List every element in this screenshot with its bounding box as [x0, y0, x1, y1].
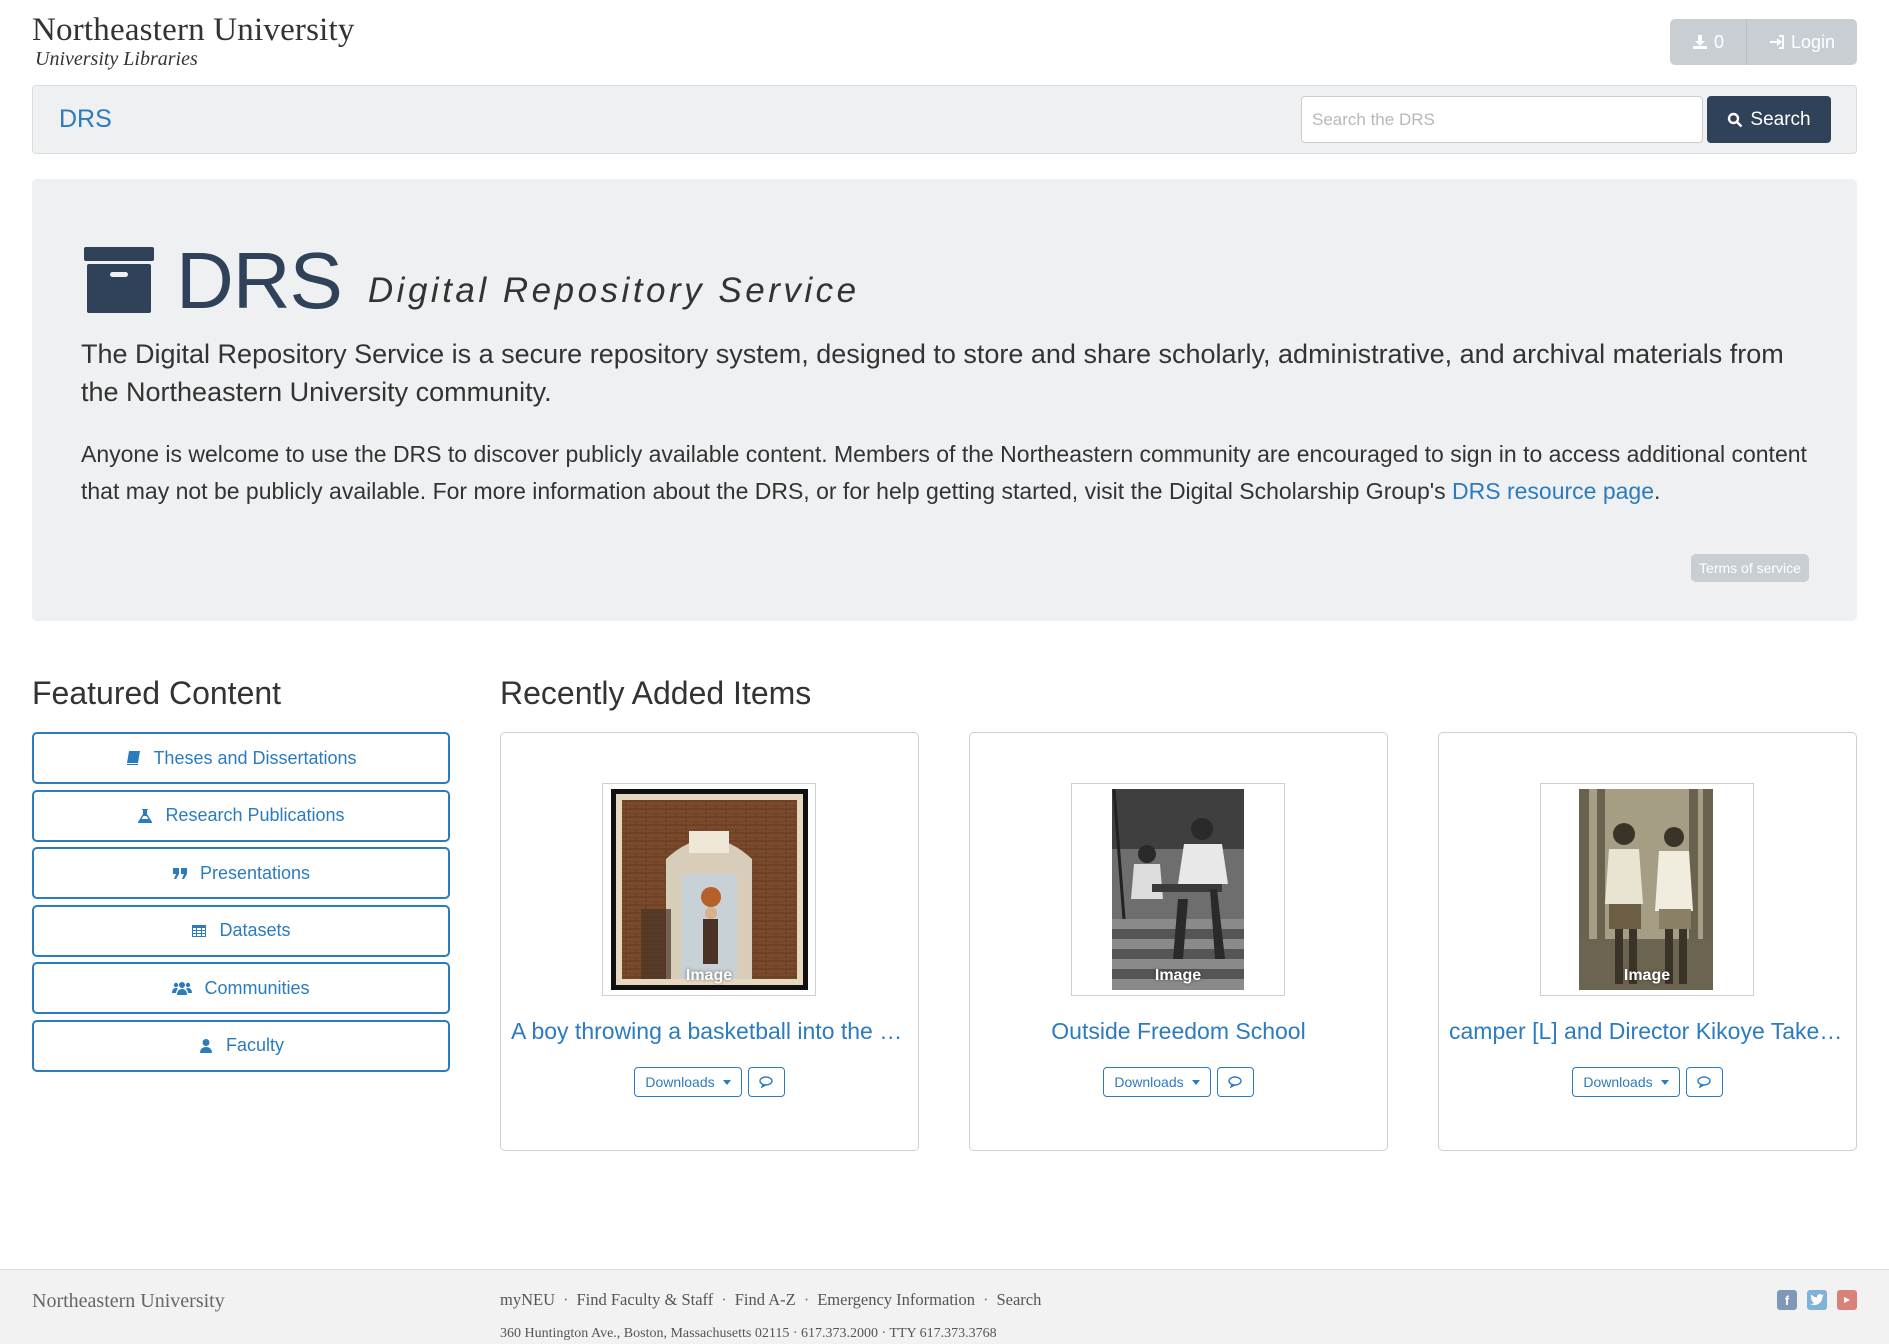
item-actions: Downloads: [1439, 1067, 1856, 1097]
chevron-down-icon: [722, 1079, 731, 1085]
archive-box-icon: [84, 247, 154, 313]
downloads-dropdown[interactable]: Downloads: [1103, 1067, 1211, 1097]
featured-item-label: Presentations: [199, 862, 311, 883]
footer: Northeastern University myNEU · Find Fac…: [0, 1269, 1889, 1344]
comment-button[interactable]: [1685, 1067, 1723, 1097]
featured-item-label: Theses and Dissertations: [153, 747, 357, 768]
downloads-dropdown[interactable]: Downloads: [634, 1067, 742, 1097]
footer-link-a-z[interactable]: Find A-Z: [735, 1290, 796, 1310]
featured-research-button[interactable]: Research Publications: [32, 789, 450, 842]
featured-item-label: Datasets: [219, 920, 291, 941]
footer-link-emergency[interactable]: Emergency Information: [817, 1290, 975, 1310]
comment-button[interactable]: [1216, 1067, 1254, 1097]
footer-links: myNEU · Find Faculty & Staff · Find A-Z …: [500, 1290, 1041, 1310]
footer-link-faculty-staff[interactable]: Find Faculty & Staff: [577, 1290, 714, 1310]
item-actions: Downloads: [970, 1067, 1387, 1097]
intro-heading: DRS Digital Repository Service: [84, 239, 860, 323]
intro-text-end: .: [1654, 478, 1661, 504]
navbar: DRS Search the DRS Search: [32, 85, 1857, 154]
quote-icon: [172, 868, 187, 880]
featured-faculty-button[interactable]: Faculty: [32, 1019, 450, 1072]
comment-icon: [1228, 1076, 1242, 1088]
intro-panel: DRS Digital Repository Service The Digit…: [32, 179, 1857, 621]
item-photo: [1579, 789, 1713, 990]
featured-presentations-button[interactable]: Presentations: [32, 847, 450, 900]
footer-link-myneu[interactable]: myNEU: [500, 1290, 555, 1310]
featured-item-label: Research Publications: [165, 805, 345, 826]
featured-item-label: Faculty: [225, 1035, 285, 1056]
search-button[interactable]: Search: [1707, 96, 1831, 143]
drs-resource-link[interactable]: DRS resource page: [1452, 478, 1654, 504]
recently-added-heading: Recently Added Items: [500, 675, 812, 711]
item-thumbnail[interactable]: Image: [1071, 783, 1285, 996]
group-icon: [172, 982, 193, 996]
flask-icon: [138, 808, 153, 823]
recent-item-card: Image A boy throwing a basketball into t…: [500, 732, 919, 1151]
footer-separator: ·: [563, 1290, 569, 1309]
downloads-button[interactable]: 0: [1670, 19, 1746, 65]
featured-content-heading: Featured Content: [32, 675, 282, 711]
featured-content-list: Theses and Dissertations Research Public…: [32, 732, 450, 1078]
drs-title: DRS: [176, 236, 343, 325]
item-title-link[interactable]: A boy throwing a basketball into the a…: [511, 1018, 908, 1045]
featured-theses-button[interactable]: Theses and Dissertations: [32, 732, 450, 784]
search-icon: [1728, 112, 1743, 127]
item-type-label: Image: [685, 967, 733, 984]
chevron-down-icon: [1660, 1079, 1669, 1085]
login-button[interactable]: Login: [1745, 19, 1857, 65]
chevron-down-icon: [1191, 1079, 1200, 1085]
table-icon: [192, 924, 207, 937]
item-title-link[interactable]: Outside Freedom School: [980, 1018, 1377, 1045]
user-button-group: 0 Login: [1669, 19, 1857, 65]
footer-separator: ·: [721, 1290, 727, 1309]
downloads-label: Downloads: [645, 1074, 715, 1090]
youtube-icon[interactable]: [1837, 1290, 1857, 1310]
social-links: f: [1777, 1290, 1857, 1310]
twitter-icon[interactable]: [1807, 1290, 1827, 1310]
user-icon: [199, 1038, 212, 1053]
comment-icon: [759, 1076, 773, 1088]
item-photo: [611, 789, 808, 990]
recent-item-card: Image camper [L] and Director Kikoye Tak…: [1438, 732, 1857, 1151]
footer-address: 360 Huntington Ave., Boston, Massachuset…: [500, 1326, 997, 1341]
recent-item-card: Image Outside Freedom School Downloads: [969, 732, 1388, 1151]
sign-in-icon: [1769, 35, 1784, 49]
item-photo: [1112, 789, 1244, 990]
item-actions: Downloads: [501, 1067, 918, 1097]
intro-text: Anyone is welcome to use the DRS to disc…: [81, 436, 1821, 510]
footer-link-search[interactable]: Search: [996, 1290, 1041, 1310]
search-input[interactable]: Search the DRS: [1301, 96, 1703, 143]
footer-separator: ·: [982, 1290, 989, 1309]
featured-item-label: Communities: [204, 977, 310, 998]
intro-lead: The Digital Repository Service is a secu…: [81, 339, 1784, 407]
comment-icon: [1697, 1076, 1711, 1088]
comment-button[interactable]: [747, 1067, 785, 1097]
featured-datasets-button[interactable]: Datasets: [32, 904, 450, 957]
search-placeholder: Search the DRS: [1312, 109, 1435, 129]
drs-tagline: Digital Repository Service: [367, 271, 860, 310]
login-label: Login: [1790, 31, 1835, 52]
downloads-label: Downloads: [1114, 1074, 1184, 1090]
terms-of-service-button[interactable]: Terms of service: [1691, 554, 1809, 582]
item-thumbnail[interactable]: Image: [1540, 783, 1754, 996]
brand-title: Northeastern University: [32, 12, 355, 48]
item-title-link[interactable]: camper [L] and Director Kikoye Takeu…: [1449, 1018, 1846, 1045]
footer-brand[interactable]: Northeastern University: [32, 1290, 225, 1313]
featured-communities-button[interactable]: Communities: [32, 962, 450, 1015]
downloads-dropdown[interactable]: Downloads: [1572, 1067, 1680, 1097]
facebook-icon[interactable]: f: [1777, 1290, 1797, 1310]
footer-separator: ·: [803, 1290, 810, 1309]
downloads-count: 0: [1713, 31, 1724, 52]
brand-subtitle: University Libraries: [35, 48, 198, 70]
item-thumbnail[interactable]: Image: [602, 783, 816, 996]
university-logo[interactable]: Northeastern University University Libra…: [32, 12, 355, 70]
download-icon: [1692, 35, 1707, 49]
item-type-label: Image: [1623, 967, 1671, 984]
search-button-label: Search: [1750, 108, 1811, 130]
downloads-label: Downloads: [1583, 1074, 1653, 1090]
book-icon: [127, 751, 141, 765]
item-type-label: Image: [1154, 967, 1202, 984]
nav-brand-link[interactable]: DRS: [59, 105, 112, 134]
